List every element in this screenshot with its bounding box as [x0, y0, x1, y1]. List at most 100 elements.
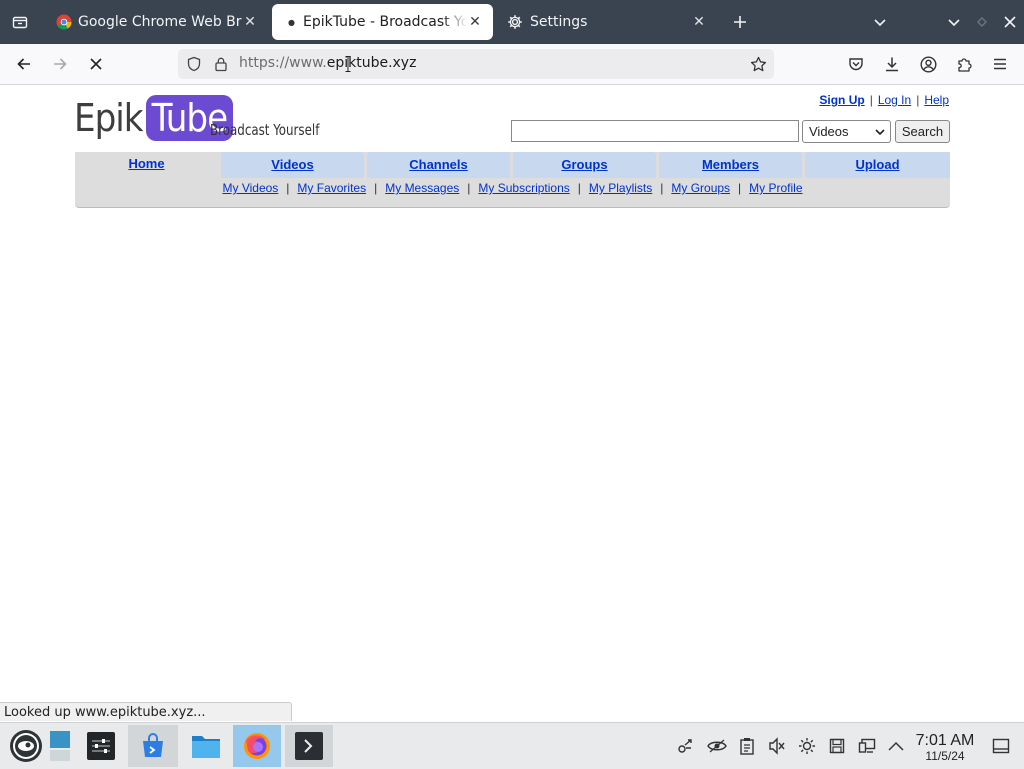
extensions-button[interactable] [950, 50, 978, 78]
list-all-tabs-button[interactable] [866, 8, 894, 36]
window-maximize-button[interactable] [968, 8, 996, 36]
clock-time: 7:01 AM [915, 732, 975, 749]
tab-channels[interactable]: Channels [367, 152, 510, 178]
desktop-peek-icon [992, 738, 1010, 754]
tab-title: EpikTube - Broadcast Yourself [302, 14, 467, 30]
lock-icon[interactable] [213, 56, 229, 72]
search-input[interactable] [511, 120, 799, 142]
tray-network-icon[interactable] [675, 735, 697, 757]
app-launcher-icon [10, 730, 42, 762]
tray-volume-muted-icon[interactable] [766, 735, 788, 757]
puzzle-icon [958, 58, 972, 72]
sign-up-link[interactable]: Sign Up [819, 93, 864, 107]
maximize-icon [977, 17, 987, 27]
tab-strip: Google Chrome Web Browser ✕ ● EpikTube -… [0, 0, 1024, 44]
my-profile-link[interactable]: My Profile [749, 181, 802, 195]
settings-sliders-icon [87, 732, 115, 760]
tab-chrome[interactable]: Google Chrome Web Browser ✕ [46, 4, 268, 40]
taskbar-firefox[interactable] [233, 725, 281, 767]
logo-text-epik: Epik [74, 96, 144, 140]
tab-manager-button[interactable] [6, 8, 34, 36]
my-messages-link[interactable]: My Messages [385, 181, 459, 195]
show-desktop-peek-button[interactable] [990, 735, 1012, 757]
utility-links: Sign Up | Log In | Help [819, 93, 949, 107]
tray-clipboard-icon[interactable] [736, 735, 758, 757]
stop-button[interactable] [82, 50, 110, 78]
tray-eye-icon[interactable] [706, 735, 728, 757]
tab-members-label[interactable]: Members [702, 157, 759, 172]
taskbar: 7:01 AM 11/5/24 [0, 722, 1024, 769]
taskbar-system-settings[interactable] [78, 725, 124, 767]
taskbar-terminal[interactable] [285, 725, 333, 767]
downloads-button[interactable] [878, 50, 906, 78]
pocket-button[interactable] [842, 50, 870, 78]
my-favorites-link[interactable]: My Favorites [297, 181, 366, 195]
arrow-left-icon [17, 58, 30, 70]
back-button[interactable] [10, 50, 38, 78]
tab-home-label[interactable]: Home [128, 156, 164, 171]
menu-button[interactable] [986, 50, 1014, 78]
clock[interactable]: 7:01 AM 11/5/24 [912, 732, 978, 763]
taskbar-discover[interactable] [128, 725, 178, 767]
navigation-toolbar: https://www.epiktube.xyz [0, 44, 1024, 85]
account-button[interactable] [914, 50, 942, 78]
close-tab-icon[interactable]: ✕ [691, 14, 707, 30]
hamburger-menu-icon [994, 58, 1006, 70]
pocket-icon [849, 58, 863, 71]
main-navigation: Home Videos Channels Groups Members Uplo… [75, 152, 950, 208]
url-bar[interactable]: https://www.epiktube.xyz [178, 49, 774, 79]
desktop-icon [50, 731, 70, 761]
shield-icon [187, 56, 201, 72]
show-desktop-button[interactable] [42, 725, 78, 767]
site-slogan: Broadcast Yourself [210, 121, 320, 139]
help-link[interactable]: Help [924, 93, 949, 107]
firefox-icon [244, 733, 270, 759]
arrow-right-icon [54, 58, 67, 70]
tab-videos-label[interactable]: Videos [271, 157, 313, 172]
tab-settings[interactable]: Settings ✕ [497, 4, 717, 40]
tray-expand-icon[interactable] [885, 735, 907, 757]
tray-display-icon[interactable] [856, 735, 878, 757]
tab-title: Settings [530, 14, 588, 30]
terminal-icon [295, 732, 323, 760]
star-icon[interactable] [750, 56, 767, 73]
search-scope-value: Videos [809, 124, 849, 139]
forward-button[interactable] [46, 50, 74, 78]
tray-brightness-icon[interactable] [796, 735, 818, 757]
tab-groups[interactable]: Groups [513, 152, 656, 178]
tab-channels-label[interactable]: Channels [409, 157, 468, 172]
sub-navigation: My Videos | My Favorites | My Messages | My Su… [222, 181, 803, 195]
tab-epiktube[interactable]: ● EpikTube - Broadcast Yourself ✕ [272, 4, 493, 40]
close-tab-icon[interactable]: ✕ [242, 14, 258, 30]
plus-icon [734, 16, 746, 28]
my-videos-link[interactable]: My Videos [222, 181, 278, 195]
url-text[interactable]: https://www.epiktube.xyz [239, 55, 416, 71]
tab-home[interactable]: Home [75, 152, 218, 178]
my-playlists-link[interactable]: My Playlists [589, 181, 652, 195]
status-text: Looked up www.epiktube.xyz... [0, 702, 292, 721]
close-icon [1004, 16, 1016, 28]
my-subscriptions-link[interactable]: My Subscriptions [478, 181, 569, 195]
tab-upload-label[interactable]: Upload [855, 157, 899, 172]
gear-icon [508, 15, 522, 29]
new-tab-button[interactable] [726, 8, 754, 36]
account-icon [919, 55, 937, 73]
window-close-button[interactable] [996, 8, 1024, 36]
close-tab-icon[interactable]: ✕ [467, 14, 483, 30]
search-button[interactable]: Search [895, 120, 950, 143]
tab-members[interactable]: Members [659, 152, 802, 178]
folder-icon [192, 736, 220, 758]
store-bag-icon [143, 733, 163, 757]
search-scope-select[interactable]: Videos [802, 120, 891, 143]
window-minimize-button[interactable] [940, 8, 968, 36]
tray-disk-icon[interactable] [826, 735, 848, 757]
tab-manager-icon [12, 16, 28, 29]
taskbar-file-manager[interactable] [181, 725, 231, 767]
loading-dot-icon: ● [288, 17, 295, 27]
my-groups-link[interactable]: My Groups [671, 181, 730, 195]
log-in-link[interactable]: Log In [878, 93, 911, 107]
tab-videos[interactable]: Videos [221, 152, 364, 178]
url-domain: epiktube.xyz [326, 55, 417, 71]
tab-groups-label[interactable]: Groups [561, 157, 607, 172]
tab-upload[interactable]: Upload [805, 152, 950, 178]
